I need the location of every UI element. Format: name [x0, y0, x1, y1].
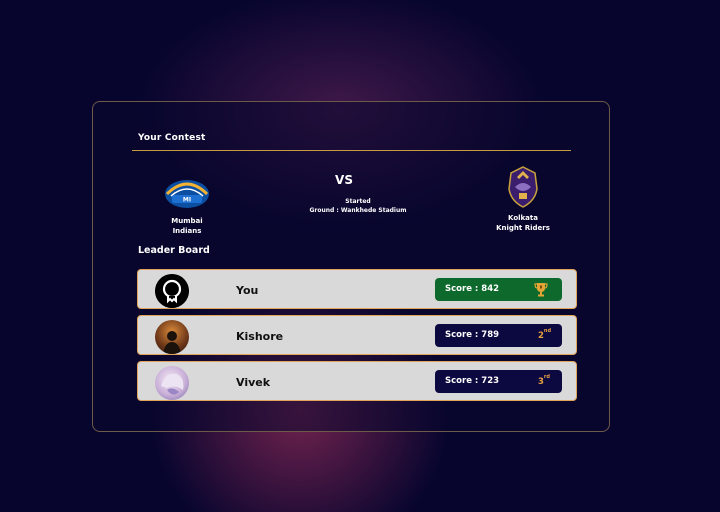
ground-text: Ground : Wankhede Stadium [309, 207, 407, 214]
player-name: Kishore [236, 330, 284, 343]
title-divider [132, 150, 571, 151]
team-left: MI Mumbai Indians [157, 176, 217, 236]
status-text: Started [345, 198, 371, 205]
kkr-logo-icon [508, 166, 538, 208]
leaderboard-row[interactable]: Vivek Score : 723 3rd [137, 361, 577, 401]
rank-label: 3rd [538, 374, 550, 387]
rank-label: 2nd [538, 328, 552, 341]
team-left-name-line2: Indians [172, 227, 202, 235]
avatar [155, 320, 189, 354]
avatar [155, 366, 189, 400]
leaderboard-row[interactable]: Kishore Score : 789 2nd [137, 315, 577, 355]
rank-suffix: nd [543, 328, 552, 334]
team-left-name-line1: Mumbai [171, 217, 203, 225]
score-badge: Score : 789 2nd [435, 324, 562, 347]
team-right-name-line2: Knight Riders [496, 224, 550, 232]
anime-avatar-icon [161, 373, 184, 395]
contest-title: Your Contest [138, 133, 206, 143]
user-profile-icon [155, 274, 189, 308]
score-badge: Score : 842 [435, 278, 562, 301]
avatar [155, 274, 189, 308]
contest-card: Your Contest MI Mumbai Indians VS Starte… [92, 101, 610, 432]
rank-suffix: rd [543, 374, 550, 380]
leaderboard-title: Leader Board [138, 245, 210, 256]
player-name: You [236, 284, 259, 297]
player-name: Vivek [236, 376, 271, 389]
score-badge: Score : 723 3rd [435, 370, 562, 393]
score-text: Score : 723 [445, 376, 500, 386]
leaderboard-row[interactable]: You Score : 842 [137, 269, 577, 309]
team-right: Kolkata Knight Riders [491, 165, 555, 233]
vs-label: VS [335, 173, 353, 187]
score-text: Score : 842 [445, 284, 500, 294]
mumbai-indians-logo-icon: MI [165, 180, 209, 208]
svg-text:MI: MI [183, 197, 191, 204]
score-text: Score : 789 [445, 330, 500, 340]
team-right-name-line1: Kolkata [508, 214, 538, 222]
trophy-icon [534, 283, 548, 297]
person-silhouette-icon [163, 331, 181, 354]
match-status: Started Ground : Wankhede Stadium [293, 197, 423, 215]
